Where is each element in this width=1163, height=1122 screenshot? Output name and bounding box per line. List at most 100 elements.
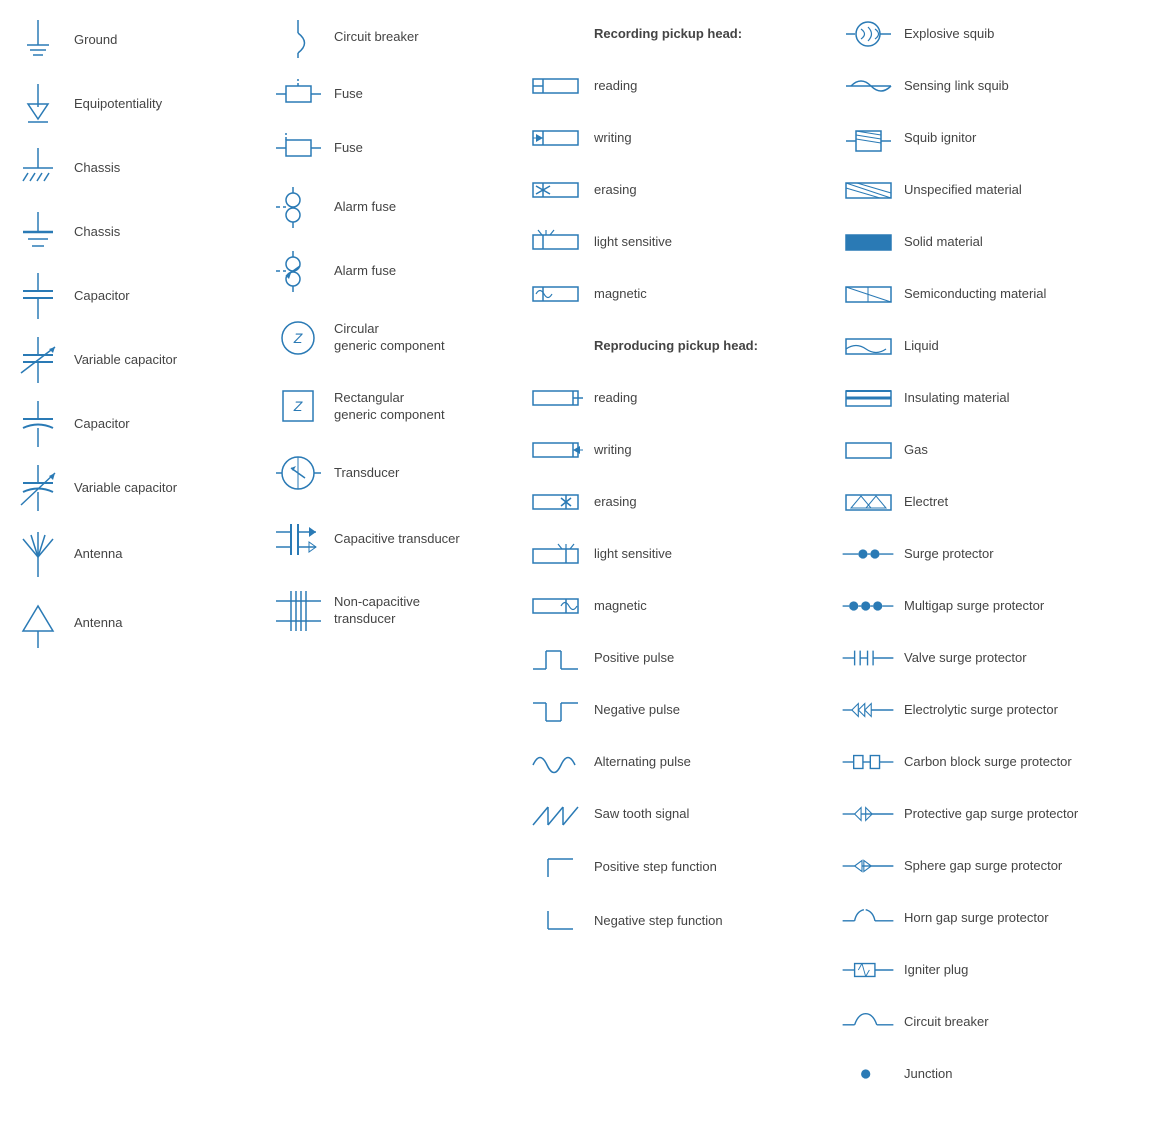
symbol-sphere-gap-surge [838,851,898,881]
label-magnetic2: magnetic [588,598,647,615]
label-chassis2: Chassis [68,224,120,241]
item-capacitor1: Capacitor [8,271,252,321]
item-magnetic2: magnetic [528,587,822,625]
symbol-squib-ignitor [838,121,898,156]
item-protective-gap-surge: Protective gap surge protector [838,795,1155,833]
item-fuse1: Fuse [268,74,512,114]
label-multigap-surge: Multigap surge protector [898,598,1044,615]
label-reading2: reading [588,390,637,407]
label-protective-gap-surge: Protective gap surge protector [898,806,1078,823]
column-1: Ground Equipotentiality [0,10,260,1112]
symbol-negative-pulse [528,693,588,728]
label-circular-generic: Circular generic component [328,321,445,355]
label-fuse2: Fuse [328,140,363,157]
label-liquid: Liquid [898,338,939,355]
symbol-erasing2 [528,487,588,517]
symbol-reading2 [528,383,588,413]
symbol-junction [838,1062,898,1087]
label-negative-pulse: Negative pulse [588,702,680,719]
item-writing1: writing [528,119,822,157]
symbol-erasing1 [528,175,588,205]
symbol-electrolytic-surge [838,695,898,725]
symbol-alternating-pulse [528,745,588,780]
label-variable-capacitor1: Variable capacitor [68,352,177,369]
label-circuit-breaker2: Circuit breaker [898,1014,989,1031]
label-antenna1: Antenna [68,546,122,563]
symbol-magnetic2 [528,591,588,621]
item-junction: Junction [838,1055,1155,1093]
symbol-writing2 [528,435,588,465]
item-positive-step: Positive step function [528,847,822,887]
item-electrolytic-surge: Electrolytic surge protector [838,691,1155,729]
symbol-rectangular-generic: Z [268,379,328,434]
label-writing1: writing [588,130,632,147]
item-circular-generic: Z Circular generic component [268,310,512,365]
symbol-fuse1 [268,74,328,114]
label-light-sensitive2: light sensitive [588,546,672,563]
label-magnetic1: magnetic [588,286,647,303]
svg-text:Z: Z [292,330,302,346]
item-negative-pulse: Negative pulse [528,691,822,729]
symbol-writing1 [528,123,588,153]
main-grid: Ground Equipotentiality [0,0,1163,1122]
label-carbon-block-surge: Carbon block surge protector [898,754,1072,771]
symbol-carbon-block-surge [838,747,898,777]
label-light-sensitive1: light sensitive [588,234,672,251]
label-semiconducting-material: Semiconducting material [898,286,1046,303]
symbol-circular-generic: Z [268,310,328,365]
item-carbon-block-surge: Carbon block surge protector [838,743,1155,781]
label-insulating-material: Insulating material [898,390,1010,407]
item-alternating-pulse: Alternating pulse [528,743,822,781]
item-multigap-surge: Multigap surge protector [838,587,1155,625]
symbol-liquid [838,334,898,359]
label-sensing-link-squib: Sensing link squib [898,78,1009,95]
label-fuse1: Fuse [328,86,363,103]
label-saw-tooth: Saw tooth signal [588,806,689,823]
label-positive-step: Positive step function [588,859,717,876]
label-capacitive-transducer: Capacitive transducer [328,531,460,548]
item-recording-pickup-head: Recording pickup head: [528,15,822,53]
label-rectangular-generic: Rectangular generic component [328,390,445,424]
item-saw-tooth: Saw tooth signal [528,795,822,833]
symbol-valve-surge [838,643,898,673]
item-ground: Ground [8,15,252,65]
label-horn-gap-surge: Horn gap surge protector [898,910,1049,927]
label-valve-surge: Valve surge protector [898,650,1027,667]
label-chassis1: Chassis [68,160,120,177]
item-transducer: Transducer [268,448,512,498]
label-negative-step: Negative step function [588,913,723,930]
item-chassis1: Chassis [8,143,252,193]
label-squib-ignitor: Squib ignitor [898,130,976,147]
item-antenna1: Antenna [8,527,252,582]
label-erasing2: erasing [588,494,637,511]
item-capacitive-transducer: Capacitive transducer [268,512,512,567]
label-gas: Gas [898,442,928,459]
item-fuse2: Fuse [268,128,512,168]
label-positive-pulse: Positive pulse [588,650,674,667]
symbol-capacitor2 [8,399,68,449]
item-positive-pulse: Positive pulse [528,639,822,677]
svg-text:Z: Z [292,398,302,414]
symbol-ground [8,15,68,65]
item-liquid: Liquid [838,327,1155,365]
label-writing2: writing [588,442,632,459]
symbol-chassis2 [8,207,68,257]
item-variable-capacitor1: Variable capacitor [8,335,252,385]
symbol-alarm-fuse2 [268,246,328,296]
symbol-horn-gap-surge [838,901,898,936]
item-igniter-plug: Igniter plug [838,951,1155,989]
label-electret: Electret [898,494,948,511]
label-erasing1: erasing [588,182,637,199]
label-explosive-squib: Explosive squib [898,26,994,43]
symbol-electret [838,490,898,515]
symbol-positive-pulse [528,641,588,676]
item-erasing2: erasing [528,483,822,521]
symbol-reading1 [528,71,588,101]
label-variable-capacitor2: Variable capacitor [68,480,177,497]
label-junction: Junction [898,1066,952,1083]
symbol-light-sensitive1 [528,227,588,257]
label-igniter-plug: Igniter plug [898,962,968,979]
symbol-unspecified-material [838,178,898,203]
item-light-sensitive2: light sensitive [528,535,822,573]
label-reproducing-pickup-head: Reproducing pickup head: [588,338,758,355]
